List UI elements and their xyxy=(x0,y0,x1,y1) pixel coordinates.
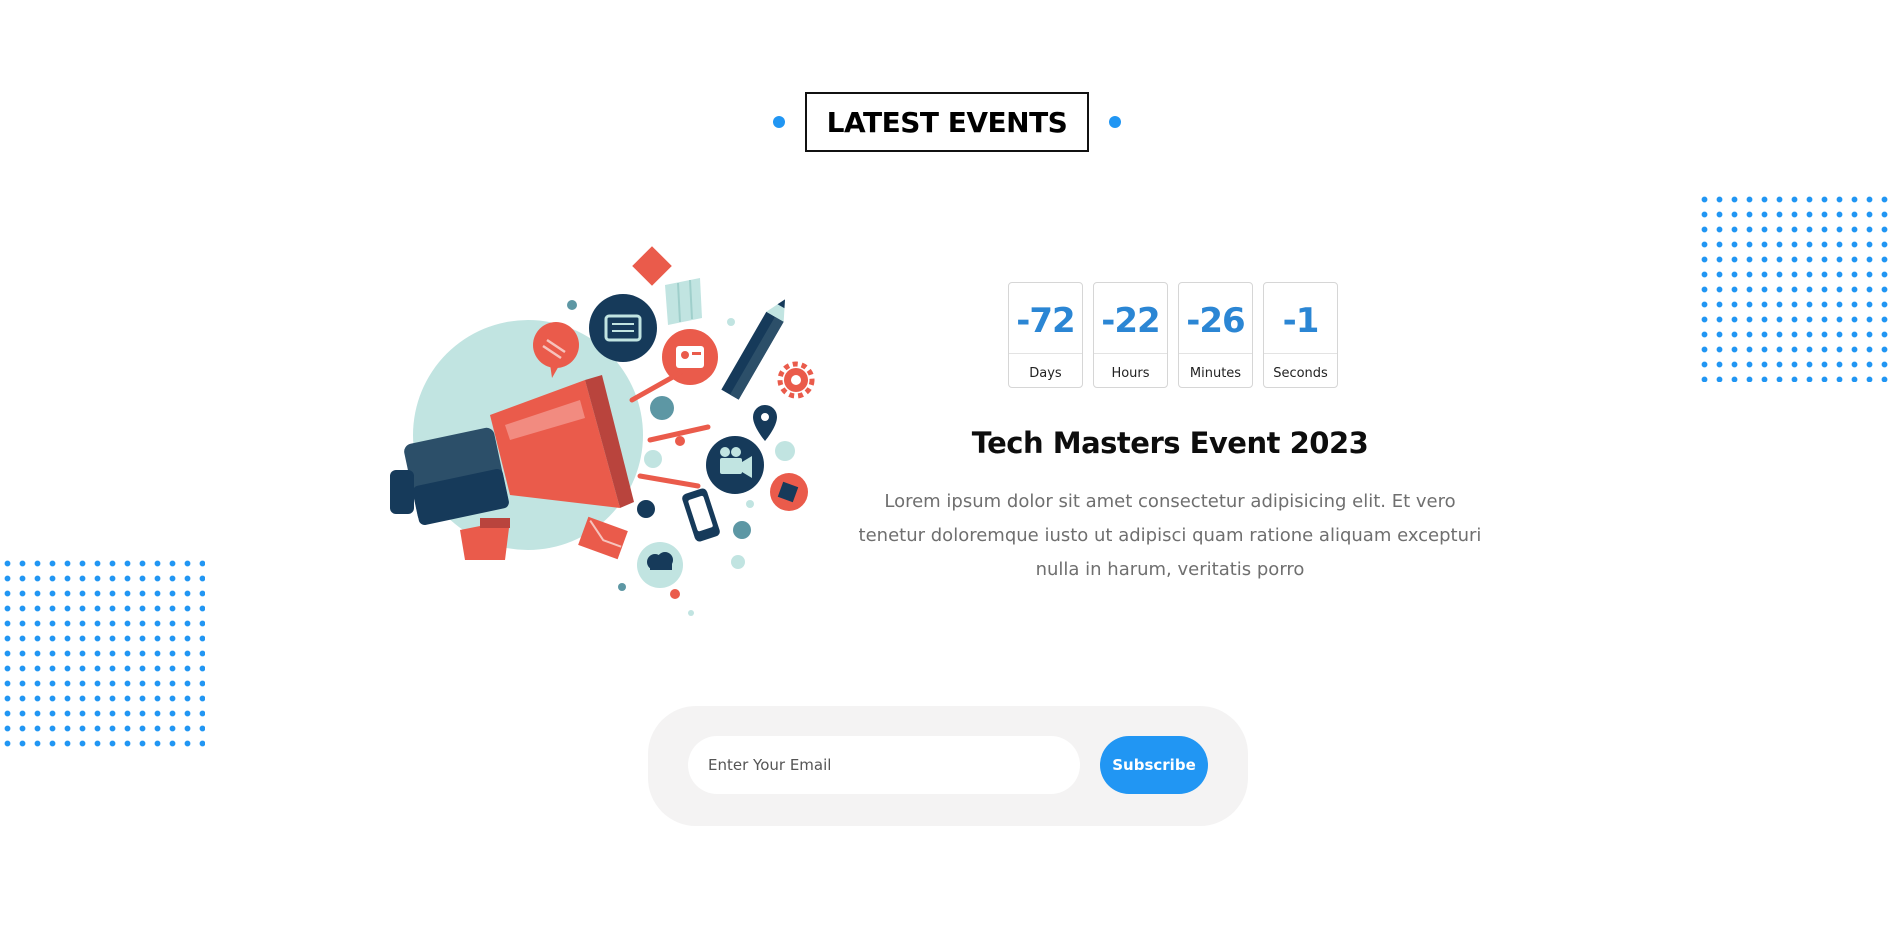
countdown-days-label: Days xyxy=(1009,353,1082,381)
section-header: LATEST EVENTS xyxy=(0,92,1894,152)
countdown-hours-label: Hours xyxy=(1094,353,1167,381)
countdown-minutes: -26 Minutes xyxy=(1178,282,1253,388)
title-dot-right xyxy=(1109,116,1122,128)
countdown-hours-value: -22 xyxy=(1101,301,1160,341)
dot-pattern-decoration-left xyxy=(0,556,205,750)
email-input[interactable] xyxy=(688,736,1080,794)
map-pin-icon xyxy=(753,405,777,441)
countdown-seconds: -1 Seconds xyxy=(1263,282,1338,388)
countdown-minutes-value: -26 xyxy=(1186,301,1245,341)
dot-pattern-decoration-right xyxy=(1697,192,1894,382)
countdown-days-value: -72 xyxy=(1016,301,1075,341)
newsletter-subscribe-form: Subscribe xyxy=(648,706,1248,826)
title-dot-left xyxy=(772,116,785,128)
envelope-icon xyxy=(632,246,672,286)
newspaper-icon xyxy=(589,294,657,362)
countdown-seconds-value: -1 xyxy=(1282,301,1320,341)
subscribe-button[interactable]: Subscribe xyxy=(1100,736,1208,794)
megaphone-illustration-icon xyxy=(390,246,815,616)
event-description: Lorem ipsum dolor sit amet consectetur a… xyxy=(858,491,1482,580)
event-title: Tech Masters Event 2023 xyxy=(971,426,1369,460)
countdown-days: -72 Days xyxy=(1008,282,1083,388)
countdown-timer: -72 Days -22 Hours -26 Minutes -1 Second… xyxy=(1008,282,1338,388)
map-icon xyxy=(665,278,702,325)
section-title: LATEST EVENTS xyxy=(804,92,1090,152)
countdown-seconds-label: Seconds xyxy=(1264,353,1337,381)
countdown-hours: -22 Hours xyxy=(1093,282,1168,388)
countdown-minutes-label: Minutes xyxy=(1179,353,1252,381)
